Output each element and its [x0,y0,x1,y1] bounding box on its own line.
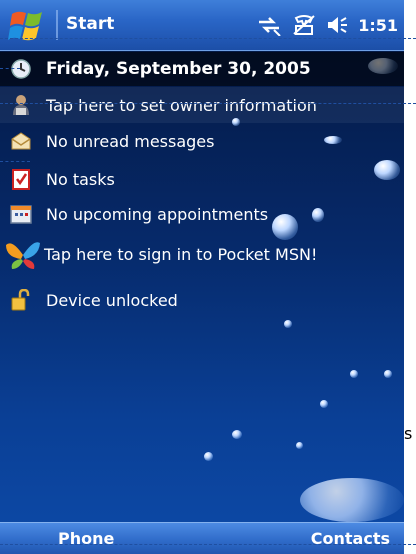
stage: Start 1:51 Friday, September 30, 2005 Ta… [0,0,416,554]
system-tray: 1:51 [256,12,398,38]
msn-butterfly-icon [4,237,42,271]
today-screen: Start 1:51 Friday, September 30, 2005 Ta… [0,0,404,554]
guide-line [0,103,416,104]
envelope-icon [10,130,32,152]
water-drop [204,452,213,461]
calendar-clock-icon [10,58,32,80]
tasks-text: No tasks [46,169,115,189]
padlock-icon [10,288,32,311]
water-drop [284,320,292,328]
clock[interactable]: 1:51 [358,16,398,35]
softkey-phone[interactable]: Phone [58,529,114,548]
title-bar: Start 1:51 [0,0,404,51]
stray-text: s [404,424,413,443]
appointments-text: No upcoming appointments [46,204,269,224]
messages-text: No unread messages [46,131,215,151]
date-text: Friday, September 30, 2005 [46,59,311,79]
owner-row[interactable]: Tap here to set owner information [0,87,404,123]
guide-line [0,544,416,545]
device-lock-text: Device unlocked [46,290,178,310]
msn-text: Tap here to sign in to Pocket MSN! [44,244,318,264]
guide-line [0,38,416,39]
messages-row[interactable]: No unread messages [0,123,404,159]
water-drop [384,370,392,378]
owner-text: Tap here to set owner information [46,95,317,115]
softkey-contacts[interactable]: Contacts [311,529,390,548]
connectivity-icon[interactable] [256,14,282,36]
device-lock-row[interactable]: Device unlocked [0,282,404,318]
tasks-check-icon [10,168,32,190]
water-drop [296,442,303,449]
phone-off-icon[interactable] [292,14,316,36]
appointments-row[interactable]: No upcoming appointments [0,196,404,232]
water-drop [320,400,328,408]
msn-row[interactable]: Tap here to sign in to Pocket MSN! [0,232,404,276]
appointment-calendar-icon [10,203,32,225]
volume-icon[interactable] [326,14,348,36]
guide-line [0,161,30,162]
tasks-row[interactable]: No tasks [0,161,404,197]
water-splash [300,478,404,522]
guide-line [0,68,20,69]
title-separator [56,10,58,40]
start-menu-label[interactable]: Start [66,14,114,34]
water-drop [232,430,242,439]
date-row[interactable]: Friday, September 30, 2005 [0,52,404,86]
soft-key-bar: Phone Contacts [0,522,404,554]
water-drop [350,370,358,378]
owner-icon [10,94,32,116]
